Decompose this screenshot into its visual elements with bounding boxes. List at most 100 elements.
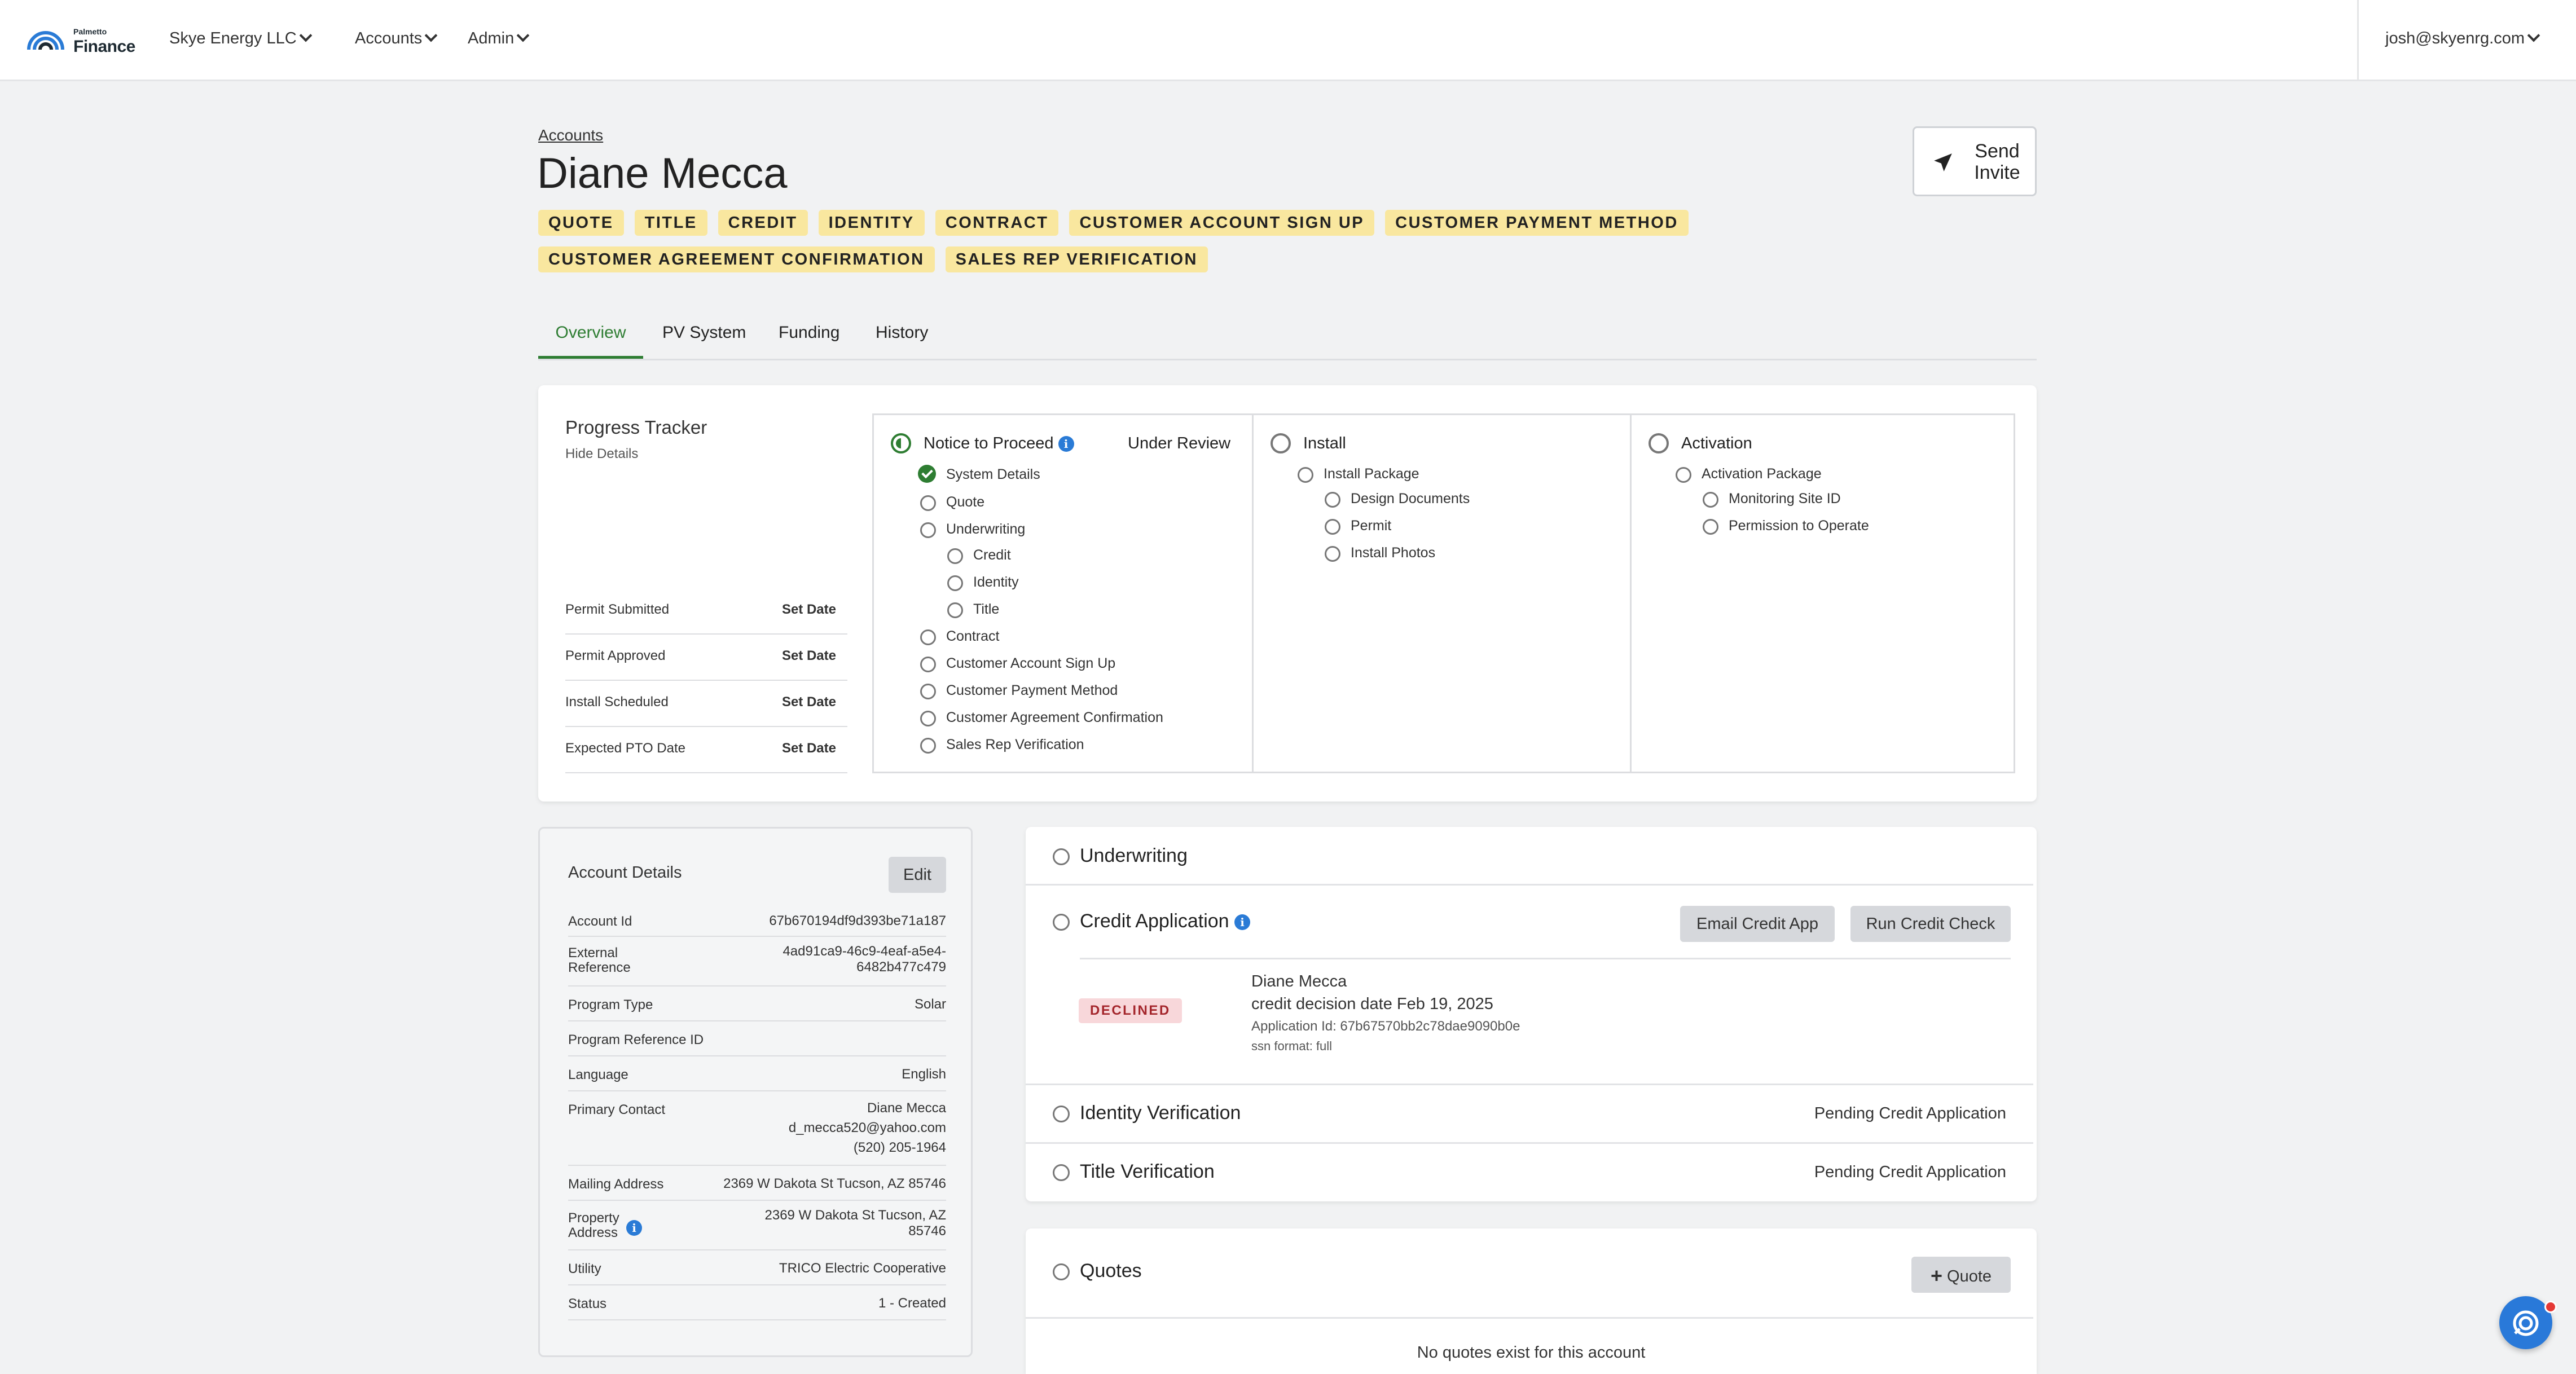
checklist-item[interactable]: Permit — [1351, 518, 1391, 534]
hide-details-link[interactable]: Hide Details — [565, 446, 638, 462]
circle-icon — [1325, 492, 1340, 508]
checklist-item[interactable]: Quote — [946, 494, 984, 510]
contact-name: Diane Mecca — [867, 1100, 946, 1116]
set-date-button[interactable]: Set Date — [782, 694, 836, 710]
status-tag: TITLE — [634, 210, 707, 236]
set-date-button[interactable]: Set Date — [782, 602, 836, 618]
user-email: josh@skyenrg.com — [2385, 29, 2525, 47]
circle-icon — [947, 548, 963, 564]
circle-icon — [947, 575, 963, 591]
circle-icon — [947, 602, 963, 618]
tab-pv-system[interactable]: PV System — [662, 316, 746, 359]
send-invite-button[interactable]: Send Invite — [1913, 126, 2037, 196]
palmetto-logo[interactable]: Palmetto Finance — [25, 20, 144, 58]
divider — [1080, 958, 2011, 959]
circle-icon — [1703, 492, 1718, 508]
quotes-title: Quotes — [1080, 1260, 1142, 1281]
status-tag: CREDIT — [718, 210, 808, 236]
circle-icon — [1298, 467, 1313, 483]
checklist-item[interactable]: Contract — [946, 628, 999, 645]
admin-label: Admin — [468, 29, 515, 47]
checklist-item[interactable]: Underwriting — [946, 521, 1025, 538]
checklist-item[interactable]: Title — [973, 601, 999, 618]
run-credit-check-button[interactable]: Run Credit Check — [1850, 906, 2011, 942]
email-credit-app-button[interactable]: Email Credit App — [1680, 906, 1835, 942]
checklist-item[interactable]: System Details — [946, 466, 1040, 483]
notification-dot — [2544, 1301, 2557, 1313]
tab-history[interactable]: History — [876, 316, 928, 359]
accounts-menu[interactable]: Accounts — [355, 29, 438, 48]
account-details-card: Account Details Edit Account Id 67b67019… — [538, 827, 973, 1357]
progress-tracker-title: Progress Tracker — [565, 417, 707, 438]
detail-key: External Reference — [568, 945, 631, 975]
checklist-item[interactable]: Design Documents — [1351, 491, 1470, 507]
accounts-label: Accounts — [355, 29, 423, 47]
detail-row: Property Address i 2369 W Dakota St Tucs… — [568, 1201, 946, 1250]
logo-icon — [27, 31, 64, 50]
breadcrumb-accounts[interactable]: Accounts — [538, 126, 603, 144]
circle-icon — [1676, 467, 1691, 483]
set-date-button[interactable]: Set Date — [782, 648, 836, 664]
info-icon[interactable]: i — [626, 1220, 642, 1236]
detail-value: 4ad91ca9-46c9-4eaf-a5e4-6482b477c479 — [783, 944, 946, 975]
applicant-name: Diane Mecca — [1251, 972, 1347, 990]
date-row: Permit Approved Set Date — [565, 636, 847, 681]
contact-email[interactable]: d_mecca520@yahoo.com — [789, 1118, 946, 1138]
date-row: Install Scheduled Set Date — [565, 682, 847, 727]
progress-tracker-card: Progress Tracker Hide Details Permit Sub… — [538, 385, 2037, 802]
circle-icon — [920, 522, 936, 538]
checklist-item[interactable]: Permission to Operate — [1729, 518, 1869, 534]
checked-circle-icon — [918, 465, 936, 483]
identity-status: Pending Credit Application — [1814, 1104, 2006, 1122]
status-tag: IDENTITY — [818, 210, 925, 236]
edit-button[interactable]: Edit — [889, 857, 946, 893]
nav-divider — [2357, 0, 2359, 81]
circle-icon — [1053, 914, 1070, 931]
status-tag: CONTRACT — [935, 210, 1059, 236]
org-label: Skye Energy LLC — [169, 29, 297, 47]
paper-plane-icon — [1934, 153, 1952, 171]
stage-panel: Notice to Proceed i Under Review System … — [872, 413, 2015, 773]
contact-phone[interactable]: (520) 205-1964 — [789, 1138, 946, 1157]
circle-icon — [1053, 848, 1070, 865]
info-icon[interactable]: i — [1234, 914, 1251, 931]
checklist-item[interactable]: Customer Agreement Confirmation — [946, 710, 1163, 726]
help-chat-button[interactable] — [2499, 1296, 2557, 1349]
add-quote-button[interactable]: + Quote — [1911, 1257, 2011, 1293]
checklist-item[interactable]: Activation Package — [1702, 466, 1822, 482]
chevron-down-icon — [516, 29, 530, 42]
checklist-item[interactable]: Sales Rep Verification — [946, 737, 1084, 753]
stage-status: Under Review — [1128, 434, 1231, 452]
detail-key: Status — [568, 1296, 607, 1311]
checklist-item[interactable]: Identity — [973, 574, 1019, 591]
detail-row: Mailing Address 2369 W Dakota St Tucson,… — [568, 1166, 946, 1201]
chevron-down-icon — [424, 29, 438, 42]
decision-date: credit decision date Feb 19, 2025 — [1251, 995, 1493, 1013]
info-icon[interactable]: i — [1058, 436, 1074, 452]
checklist-item[interactable]: Monitoring Site ID — [1729, 491, 1841, 507]
stage-title: Install — [1303, 434, 1346, 452]
stage-title: Notice to Proceed i — [924, 434, 1074, 453]
detail-row: Program Type Solar — [568, 987, 946, 1021]
checklist-item[interactable]: Credit — [973, 547, 1011, 563]
quotes-section: Quotes + Quote — [1026, 1228, 2033, 1319]
logo-big-text: Finance — [73, 37, 135, 56]
admin-menu[interactable]: Admin — [468, 29, 530, 48]
date-label: Permit Approved — [565, 648, 666, 663]
org-dropdown[interactable]: Skye Energy LLC — [169, 29, 312, 48]
circle-icon — [920, 684, 936, 699]
checklist-item[interactable]: Customer Payment Method — [946, 682, 1118, 699]
status-tag: CUSTOMER ACCOUNT SIGN UP — [1069, 210, 1375, 236]
user-menu[interactable]: josh@skyenrg.com — [2385, 29, 2540, 48]
circle-icon — [1053, 1263, 1070, 1280]
date-row: Expected PTO Date Set Date — [565, 728, 847, 773]
checklist-item[interactable]: Install Package — [1324, 466, 1419, 482]
checklist-item[interactable]: Customer Account Sign Up — [946, 655, 1115, 672]
tab-overview[interactable]: Overview — [538, 316, 643, 359]
set-date-button[interactable]: Set Date — [782, 741, 836, 756]
quotes-empty-state: No quotes exist for this account — [1417, 1344, 1646, 1362]
status-tag: CUSTOMER AGREEMENT CONFIRMATION — [538, 246, 935, 272]
circle-icon — [1649, 433, 1669, 453]
tab-funding[interactable]: Funding — [779, 316, 839, 359]
checklist-item[interactable]: Install Photos — [1351, 545, 1435, 561]
